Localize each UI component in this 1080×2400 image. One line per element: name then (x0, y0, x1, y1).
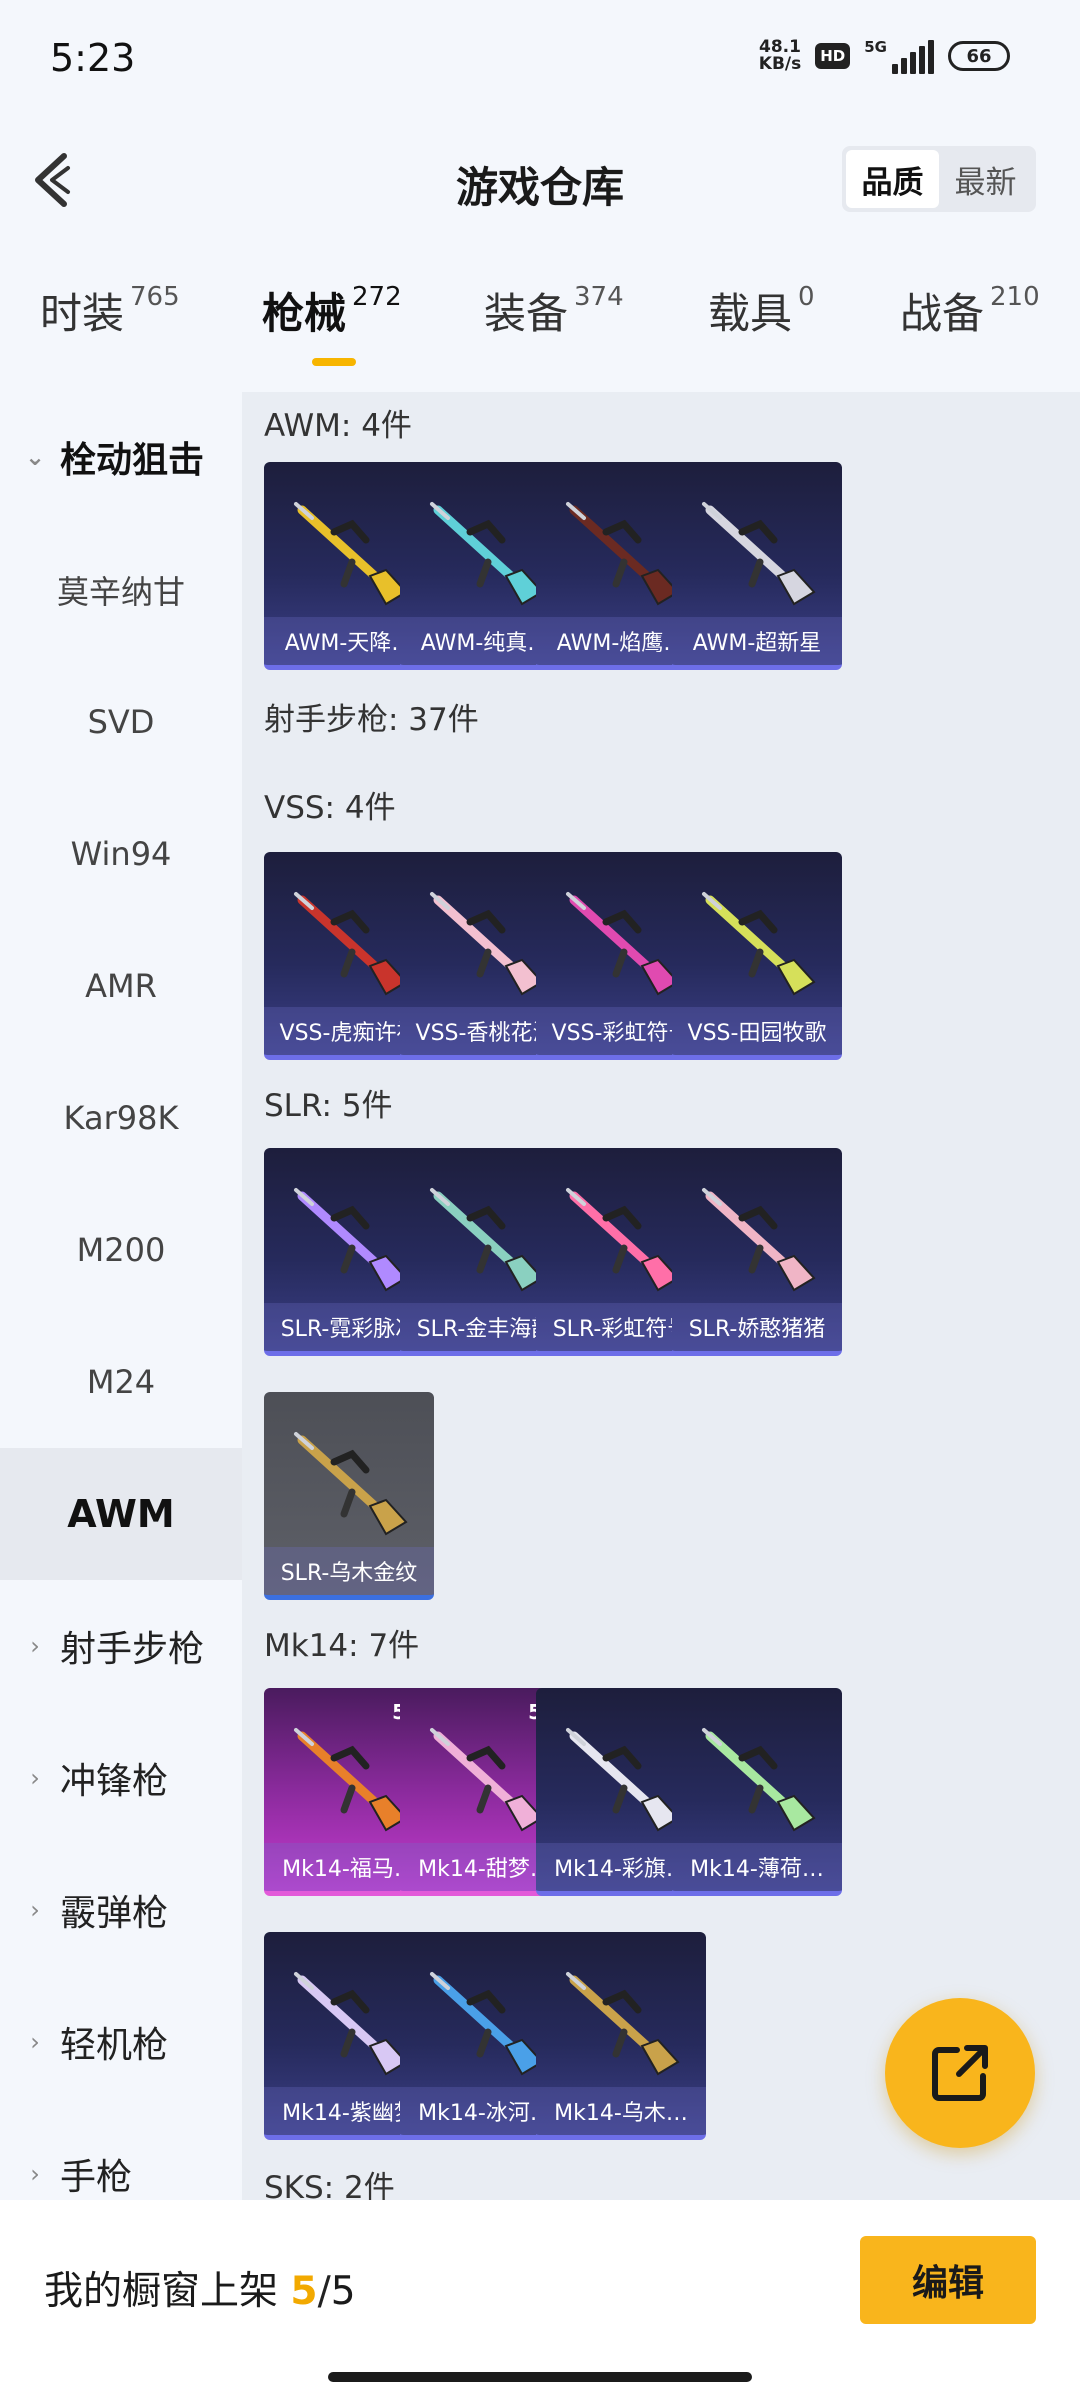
section-title-awm: AWM: 4件 (264, 408, 412, 444)
sidebar-item-mosin[interactable]: 莫辛纳甘 (0, 524, 242, 656)
net-speed: 48.1 KB/s (758, 37, 802, 74)
edit-button[interactable]: 编辑 (860, 2236, 1036, 2324)
bottom-bar: 我的橱窗上架 5/5 编辑 (0, 2200, 1080, 2400)
weapon-card-label: VSS-田园牧歌 (672, 1007, 842, 1055)
weapon-card-label: SLR-娇憨猪猪 (672, 1303, 842, 1351)
tab-supplies[interactable]: 战备 210 (900, 280, 1040, 341)
weapon-icon (430, 892, 544, 996)
weapon-icon (294, 502, 408, 606)
chevron-right-icon: › (30, 2160, 40, 2188)
weapon-icon (430, 1972, 544, 2076)
weapon-icon (430, 1188, 544, 1292)
weapon-icon (566, 1188, 680, 1292)
home-indicator[interactable] (328, 2372, 752, 2382)
section-title-sks: SKS: 2件 (264, 2170, 395, 2200)
chevron-right-icon: › (30, 2028, 40, 2056)
weapon-icon (294, 1972, 408, 2076)
sidebar-item-svd[interactable]: SVD (0, 656, 242, 788)
sort-quality-button[interactable]: 品质 (846, 150, 939, 208)
weapon-card-label: AWM-超新星 (672, 617, 842, 665)
weapon-icon (702, 1728, 816, 1832)
weapon-card-mk14[interactable]: Mk14-乌木… (536, 1932, 706, 2140)
weapon-card-slr[interactable]: SLR-娇憨猪猪 (672, 1148, 842, 1356)
sidebar-item-kar98k[interactable]: Kar98K (0, 1052, 242, 1184)
sidebar-item-awm[interactable]: AWM (0, 1448, 242, 1580)
weapon-card-label: Mk14-薄荷… (672, 1843, 842, 1891)
sort-latest-button[interactable]: 最新 (939, 150, 1032, 208)
weapon-card-slr[interactable]: SLR-乌木金纹 (264, 1392, 434, 1600)
weapon-icon (430, 1728, 544, 1832)
weapon-card-label: Mk14-乌木… (536, 2087, 706, 2135)
weapon-icon (566, 502, 680, 606)
chevron-down-icon: ⌄ (24, 443, 46, 471)
tab-vehicles[interactable]: 载具 0 (708, 280, 815, 341)
chevron-right-icon: › (30, 1896, 40, 1924)
weapon-icon (294, 1728, 408, 1832)
weapon-card-label: SLR-乌木金纹 (264, 1547, 434, 1595)
weapon-card-mk14[interactable]: Mk14-薄荷… (672, 1688, 842, 1896)
weapon-icon (566, 1972, 680, 2076)
section-title-dmr: 射手步枪: 37件 (264, 702, 479, 738)
weapon-icon (430, 502, 544, 606)
weapon-icon (294, 892, 408, 996)
weapon-icon (702, 1188, 816, 1292)
status-time: 5:23 (50, 36, 136, 80)
showcase-status: 我的橱窗上架 5/5 (44, 2269, 356, 2314)
weapon-icon (702, 502, 816, 606)
share-icon (932, 2045, 988, 2101)
section-title-slr: SLR: 5件 (264, 1088, 393, 1124)
weapon-icon (294, 1432, 408, 1536)
weapon-card-vss[interactable]: VSS-田园牧歌 (672, 852, 842, 1060)
status-icons: 48.1 KB/s HD 5G 66 (759, 38, 1010, 74)
signal-icon: 5G (864, 38, 934, 74)
sidebar-group-pistol[interactable]: › 手枪 (0, 2108, 242, 2200)
sidebar-item-win94[interactable]: Win94 (0, 788, 242, 920)
header: 游戏仓库 品质 最新 (0, 130, 1080, 230)
hd-icon: HD (815, 43, 851, 69)
sidebar-item-m200[interactable]: M200 (0, 1184, 242, 1316)
sidebar-group-shotgun[interactable]: › 霰弹枪 (0, 1844, 242, 1976)
category-tabs: 时装 765 枪械 272 装备 374 载具 0 战备 210 (0, 280, 1080, 390)
sort-toggle: 品质 最新 (842, 146, 1036, 212)
weapon-icon (566, 1728, 680, 1832)
sidebar-group-dmr[interactable]: › 射手步枪 (0, 1580, 242, 1712)
sidebar-item-m24[interactable]: M24 (0, 1316, 242, 1448)
section-title-vss: VSS: 4件 (264, 790, 396, 826)
weapon-card-awm[interactable]: AWM-超新星 (672, 462, 842, 670)
chevron-right-icon: › (30, 1764, 40, 1792)
sidebar-group-lmg[interactable]: › 轻机枪 (0, 1976, 242, 2108)
weapon-icon (294, 1188, 408, 1292)
weapon-icon (566, 892, 680, 996)
active-tab-indicator (312, 358, 356, 366)
sidebar-item-amr[interactable]: AMR (0, 920, 242, 1052)
tab-outfits[interactable]: 时装 765 (40, 280, 180, 341)
share-button[interactable] (885, 1998, 1035, 2148)
sidebar-group-smg[interactable]: › 冲锋枪 (0, 1712, 242, 1844)
status-bar: 5:23 48.1 KB/s HD 5G 66 (0, 0, 1080, 120)
chevron-right-icon: › (30, 1632, 40, 1660)
weapon-grid: AWM: 4件 射手步枪: 37件 VSS: 4件 SLR: 5件 Mk14: … (242, 392, 1080, 2200)
sidebar-group-bolt-sniper[interactable]: ⌄ 栓动狙击 (0, 392, 242, 522)
section-title-mk14: Mk14: 7件 (264, 1628, 420, 1664)
tab-equipment[interactable]: 装备 374 (484, 280, 624, 341)
tab-weapons[interactable]: 枪械 272 (262, 280, 402, 341)
sidebar: ⌄ 栓动狙击 莫辛纳甘 SVD Win94 AMR Kar98K M200 M2… (0, 392, 242, 2200)
weapon-icon (702, 892, 816, 996)
battery-icon: 66 (948, 41, 1010, 71)
